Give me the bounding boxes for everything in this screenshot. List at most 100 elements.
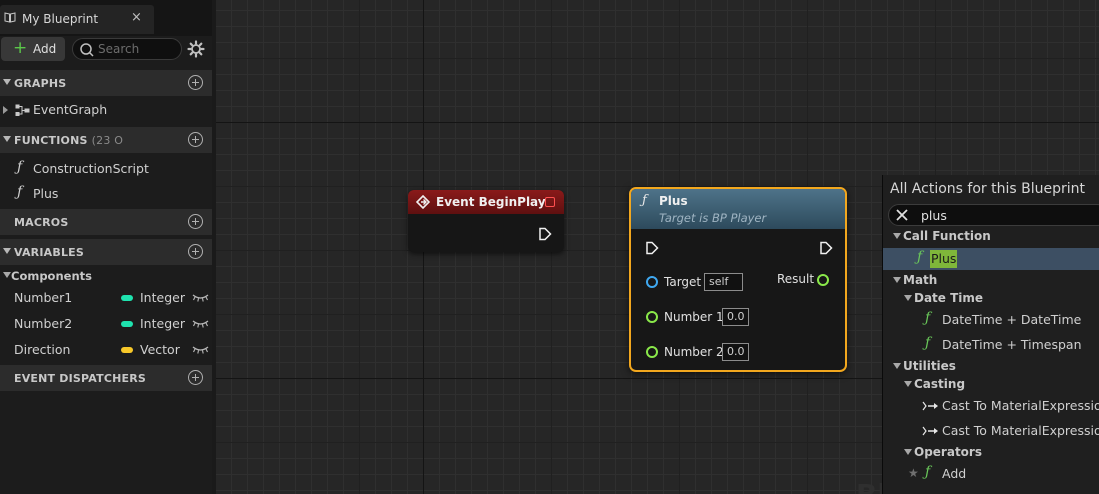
grid-line (216, 58, 1099, 59)
cast-icon (922, 401, 938, 411)
menu-item-add[interactable]: ★ ƒ Add (883, 463, 1099, 485)
expand-arrow-icon[interactable] (3, 106, 8, 114)
number1-pin[interactable] (646, 311, 658, 323)
integer-type-pill[interactable] (121, 295, 133, 301)
function-item-constructionscript[interactable]: ƒ ConstructionScript (0, 158, 212, 180)
grid-major-line (216, 122, 1099, 123)
number1-value-box[interactable]: 0.0 (722, 308, 749, 326)
graph-item-label: EventGraph (33, 102, 108, 117)
eye-closed-icon[interactable] (192, 293, 209, 303)
function-item-plus[interactable]: ƒ Plus (0, 183, 212, 205)
star-icon[interactable]: ★ (908, 466, 919, 480)
variable-item-number2[interactable]: Number2 Integer (0, 312, 212, 334)
exec-output-pin[interactable] (538, 227, 552, 241)
variable-category-components[interactable]: Components (0, 267, 212, 285)
variable-category-label: Components (11, 269, 92, 283)
menu-item-cast-to-materialexpression[interactable]: Cast To MaterialExpression (883, 420, 1099, 442)
add-variable-icon[interactable] (188, 244, 203, 259)
event-node-title: Event BeginPlay (436, 195, 546, 209)
action-search-input[interactable] (921, 207, 1091, 223)
menu-item-label: Plus (930, 250, 958, 268)
tab-my-blueprint[interactable]: My Blueprint × (0, 5, 154, 34)
target-value-box[interactable]: self (704, 273, 743, 291)
action-search-box[interactable] (888, 204, 1099, 226)
result-pin[interactable] (817, 274, 829, 286)
number1-pin-label: Number 1 (664, 310, 724, 324)
vector-type-pill[interactable] (121, 347, 133, 353)
graph-item-eventgraph[interactable]: EventGraph (0, 99, 212, 121)
my-blueprint-panel: My Blueprint × + Add GRAP (0, 0, 212, 494)
menu-item-label: DateTime + DateTime (942, 312, 1082, 327)
add-function-icon[interactable] (188, 132, 203, 147)
cast-icon (922, 426, 938, 436)
add-graph-icon[interactable] (188, 75, 203, 90)
collapse-arrow-icon (893, 233, 901, 239)
event-icon (416, 195, 430, 209)
menu-category-date-time[interactable]: Date Time (883, 288, 1099, 310)
clear-search-icon[interactable] (895, 208, 909, 222)
add-button[interactable]: + Add (1, 37, 65, 61)
book-icon (4, 12, 16, 23)
menu-category-casting[interactable]: Casting (883, 374, 1099, 396)
event-beginplay-node[interactable]: Event BeginPlay (408, 190, 564, 252)
function-icon: ƒ (925, 310, 931, 326)
function-item-label: ConstructionScript (33, 161, 149, 176)
collapse-arrow-icon (3, 79, 11, 85)
blueprint-toolbar: + Add (0, 36, 212, 64)
variable-item-direction[interactable]: Direction Vector (0, 338, 212, 360)
exec-input-pin[interactable] (645, 241, 659, 255)
menu-item-plus[interactable]: ƒ Plus (883, 248, 1099, 270)
menu-category-label: Operators (914, 445, 982, 459)
menu-category-operators[interactable]: Operators (883, 442, 1099, 464)
section-functions[interactable]: FUNCTIONS (23 O (0, 127, 212, 153)
event-node-header: Event BeginPlay (408, 190, 564, 214)
add-button-label: Add (33, 42, 57, 56)
action-menu-title: All Actions for this Blueprint (890, 181, 1085, 197)
section-functions-title: FUNCTIONS (23 O (14, 134, 124, 147)
plus-function-node[interactable]: ƒ Plus Target is BP Player Target self R… (629, 187, 847, 372)
menu-category-label: Date Time (914, 291, 984, 305)
section-graphs[interactable]: GRAPHS (0, 70, 212, 96)
collapse-arrow-icon (3, 248, 11, 254)
collapse-arrow-icon (904, 381, 912, 387)
eye-closed-icon[interactable] (192, 319, 209, 329)
variable-type: Integer (140, 316, 185, 331)
target-pin[interactable] (646, 276, 658, 288)
grid-line (359, 0, 360, 494)
collapse-arrow-icon (904, 449, 912, 455)
menu-category-label: Call Function (903, 229, 991, 243)
menu-item-label: Add (942, 466, 967, 481)
target-pin-label: Target (664, 275, 702, 289)
section-event-dispatchers[interactable]: EVENT DISPATCHERS (0, 365, 212, 391)
variable-type: Integer (140, 290, 185, 305)
variable-type: Vector (140, 342, 180, 357)
menu-item-datetime-plus-datetime[interactable]: ƒ DateTime + DateTime (883, 309, 1099, 331)
add-macro-icon[interactable] (188, 214, 203, 229)
add-dispatcher-icon[interactable] (188, 370, 203, 385)
search-box[interactable] (72, 38, 182, 60)
number2-value-box[interactable]: 0.0 (722, 343, 749, 361)
delegate-pin[interactable] (545, 197, 555, 207)
integer-type-pill[interactable] (121, 321, 133, 327)
tab-label: My Blueprint (22, 12, 99, 26)
close-icon[interactable]: × (131, 10, 142, 25)
search-input[interactable] (98, 41, 178, 57)
number2-pin[interactable] (646, 346, 658, 358)
function-icon: ƒ (925, 464, 931, 480)
eye-closed-icon[interactable] (192, 345, 209, 355)
menu-item-label: DateTime + Timespan (942, 337, 1082, 352)
menu-item-cast-to-materialexpression[interactable]: Cast To MaterialExpression (883, 395, 1099, 417)
menu-item-label: Cast To MaterialExpression (942, 423, 1099, 438)
section-variables-title: VARIABLES (14, 246, 84, 259)
function-icon: ƒ (642, 193, 647, 208)
exec-output-pin[interactable] (819, 241, 833, 255)
menu-category-call-function[interactable]: Call Function (883, 226, 1099, 248)
section-macros[interactable]: MACROS (0, 209, 212, 235)
gear-icon[interactable] (187, 40, 205, 58)
section-variables[interactable]: VARIABLES (0, 239, 212, 265)
plus-node-header: ƒ Plus Target is BP Player (631, 189, 845, 229)
plus-icon: + (13, 38, 28, 58)
tab-strip: My Blueprint × (0, 0, 212, 36)
menu-item-datetime-plus-timespan[interactable]: ƒ DateTime + Timespan (883, 334, 1099, 356)
variable-item-number1[interactable]: Number1 Integer (0, 286, 212, 308)
